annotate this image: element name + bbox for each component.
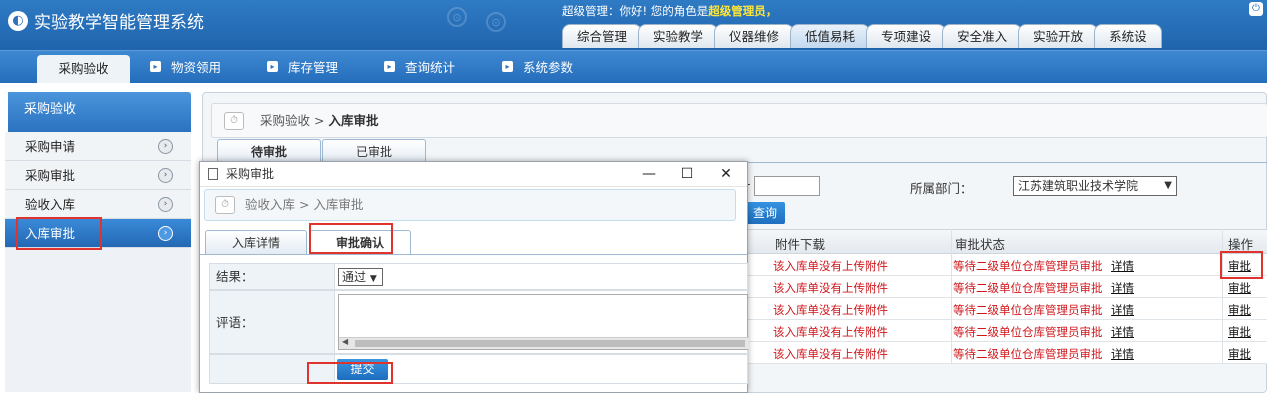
page-tabs: 待审批 已审批 <box>217 139 427 163</box>
tab-pending[interactable]: 待审批 <box>217 139 321 163</box>
approve-link[interactable]: 审批 <box>1228 324 1251 340</box>
comment-textarea[interactable]: ◀ <box>338 294 749 350</box>
module-tabs: 综合管理 实验教学 仪器维修 低值易耗 专项建设 安全准入 实验开放 系统设 <box>562 24 1162 48</box>
module-tab[interactable]: 实验开放 <box>1018 24 1099 48</box>
arrow-icon: ▸ <box>384 61 395 72</box>
module-tab[interactable]: 仪器维修 <box>714 24 795 48</box>
highlight-box <box>309 223 393 254</box>
table-header: 附件下载 审批状态 操作 <box>747 229 1267 254</box>
tab-divider <box>200 254 747 255</box>
sidebar-item[interactable]: 采购申请 › <box>5 132 191 161</box>
detail-link[interactable]: 详情 <box>1111 302 1134 318</box>
column-divider <box>951 229 952 364</box>
table-row: 该入库单没有上传附件 等待二级单位仓库管理员审批 详情 审批 <box>747 254 1267 276</box>
result-label: 结果： <box>209 263 335 290</box>
module-tab[interactable]: 综合管理 <box>562 24 643 48</box>
module-tab[interactable]: 系统设 <box>1094 24 1162 48</box>
subnav-item[interactable]: ▸ 查询统计 <box>384 57 455 76</box>
submit-cell <box>335 354 748 384</box>
highlight-box <box>1220 251 1263 279</box>
tab-approved[interactable]: 已审批 <box>322 139 426 163</box>
sidebar-item[interactable]: 验收入库 › <box>5 190 191 219</box>
sidebar-item[interactable]: 采购审批 › <box>5 161 191 190</box>
app-logo: ◐ 实验教学智能管理系统 <box>8 8 204 33</box>
chevron-right-icon: › <box>158 226 173 241</box>
dialog-title: 采购审批 <box>226 167 275 181</box>
arrow-icon: ▸ <box>267 61 278 72</box>
approve-link[interactable]: 审批 <box>1228 280 1251 296</box>
sub-navigation: ▸ 物资领用 ▸ 库存管理 ▸ 查询统计 ▸ 系统参数 <box>0 50 1267 83</box>
minimize-icon[interactable]: — <box>634 162 664 186</box>
highlight-box <box>307 362 393 384</box>
query-button[interactable]: 查询 <box>745 202 785 224</box>
filter-bar: - 所属部门： 江苏建筑职业技术学院 ▼ <box>746 174 1267 200</box>
user-greeting: 超级管理：你好! 您的角色是超级管理员， <box>562 4 778 18</box>
chevron-right-icon: › <box>158 197 173 212</box>
dropdown-arrow-icon: ▼ <box>1164 180 1172 191</box>
horizontal-scrollbar[interactable]: ◀ <box>339 337 749 349</box>
dept-select[interactable]: 江苏建筑职业技术学院 ▼ <box>1013 176 1177 196</box>
detail-link[interactable]: 详情 <box>1111 280 1134 296</box>
result-cell: 通过 ▼ <box>335 263 748 290</box>
breadcrumb: ⏱ 采购验收 > 入库审批 <box>211 103 1267 138</box>
column-header: 审批状态 <box>955 237 1006 252</box>
subnav-item[interactable]: ▸ 库存管理 <box>267 57 338 76</box>
clock-icon: ⏱ <box>224 112 244 130</box>
logo-icon: ◐ <box>8 10 28 31</box>
scrollbar-thumb[interactable] <box>355 340 745 347</box>
table-row: 该入库单没有上传附件 等待二级单位仓库管理员审批 详情 审批 <box>747 342 1267 364</box>
decorative-circle-icon: ⊙ <box>486 12 506 32</box>
date-end-input[interactable] <box>754 176 820 196</box>
app-header: ◐ 实验教学智能管理系统 ⊙ ⊙ 超级管理：你好! 您的角色是超级管理员， ⏻ … <box>0 0 1267 50</box>
approve-link[interactable]: 审批 <box>1228 346 1251 362</box>
table-row: 该入库单没有上传附件 等待二级单位仓库管理员审批 详情 审批 <box>747 320 1267 342</box>
subnav-item-active[interactable]: 采购验收 <box>37 55 130 83</box>
module-tab[interactable]: 安全准入 <box>942 24 1023 48</box>
highlight-box <box>16 217 102 250</box>
module-tab[interactable]: 实验教学 <box>638 24 719 48</box>
module-tab[interactable]: 专项建设 <box>866 24 947 48</box>
dialog-breadcrumb: ⏱ 验收入库 > 入库审批 <box>204 189 736 221</box>
column-divider <box>1222 229 1223 364</box>
detail-link[interactable]: 详情 <box>1111 346 1134 362</box>
dialog-titlebar: 采购审批 — ☐ ✕ <box>200 162 747 187</box>
detail-link[interactable]: 详情 <box>1111 324 1134 340</box>
power-icon[interactable]: ⏻ <box>1249 2 1263 16</box>
subnav-item[interactable]: ▸ 物资领用 <box>150 57 221 76</box>
close-icon[interactable]: ✕ <box>711 162 741 186</box>
dept-label: 所属部门： <box>910 181 973 196</box>
dropdown-arrow-icon: ▼ <box>369 274 377 284</box>
sidebar-title: 采购验收 <box>5 92 191 132</box>
tab-inbound-detail[interactable]: 入库详情 <box>205 230 307 254</box>
arrow-icon: ▸ <box>502 61 513 72</box>
table-row: 该入库单没有上传附件 等待二级单位仓库管理员审批 详情 审批 <box>747 298 1267 320</box>
result-select[interactable]: 通过 ▼ <box>338 268 383 286</box>
maximize-icon[interactable]: ☐ <box>672 162 702 186</box>
arrow-icon: ▸ <box>150 61 161 72</box>
decorative-circle-icon: ⊙ <box>447 7 467 27</box>
document-icon <box>208 168 218 180</box>
chevron-right-icon: › <box>158 139 173 154</box>
clock-icon: ⏱ <box>215 196 235 214</box>
chevron-right-icon: › <box>158 168 173 183</box>
comment-cell: ◀ <box>335 290 749 354</box>
column-header: 附件下载 <box>775 237 826 252</box>
approval-dialog: 采购审批 — ☐ ✕ ⏱ 验收入库 > 入库审批 入库详情 审批确认 结果： 通… <box>199 161 749 393</box>
approve-link[interactable]: 审批 <box>1228 302 1251 318</box>
comment-label: 评语： <box>209 290 335 354</box>
detail-link[interactable]: 详情 <box>1111 258 1134 274</box>
module-tab-active[interactable]: 低值易耗 <box>790 24 871 48</box>
table-row: 该入库单没有上传附件 等待二级单位仓库管理员审批 详情 审批 <box>747 276 1267 298</box>
subnav-item[interactable]: ▸ 系统参数 <box>502 57 573 76</box>
scroll-left-icon[interactable]: ◀ <box>342 337 348 346</box>
app-title: 实验教学智能管理系统 <box>34 13 204 33</box>
user-role: 超级管理员， <box>708 4 778 18</box>
